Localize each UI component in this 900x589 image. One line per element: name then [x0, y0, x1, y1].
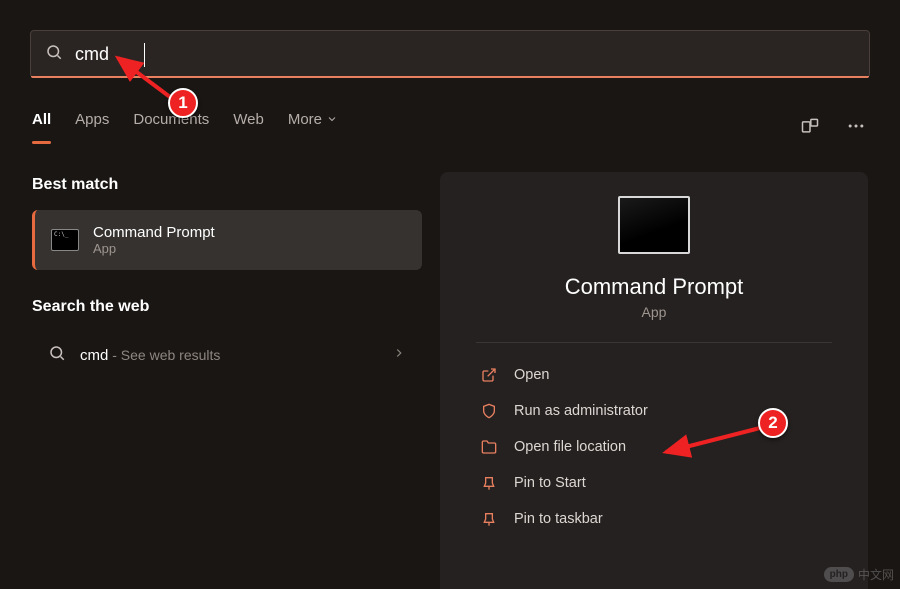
shield-icon	[480, 403, 498, 419]
search-icon	[45, 43, 63, 66]
divider	[476, 342, 832, 343]
folder-icon	[480, 439, 498, 455]
tab-web[interactable]: Web	[233, 111, 264, 142]
command-prompt-icon	[51, 229, 79, 251]
web-result-term: cmd	[80, 347, 108, 364]
watermark: php 中文网	[824, 566, 894, 583]
text-cursor	[144, 43, 145, 67]
action-pin-to-start[interactable]: Pin to Start	[476, 465, 832, 501]
web-result-text: cmd - See web results	[80, 347, 220, 365]
best-match-subtitle: App	[93, 241, 215, 256]
pin-icon	[480, 511, 498, 527]
annotation-badge-2: 2	[758, 408, 788, 438]
best-match-text: Command Prompt App	[93, 224, 215, 256]
search-web-heading: Search the web	[32, 298, 422, 316]
search-input[interactable]	[75, 44, 855, 65]
result-detail-pane: Command Prompt App Open Run as administr…	[440, 172, 868, 589]
chevron-down-icon	[326, 113, 338, 125]
action-open[interactable]: Open	[476, 357, 832, 393]
action-run-admin-label: Run as administrator	[514, 403, 648, 419]
filter-tabs-row: All Apps Documents Web More	[32, 106, 868, 146]
action-file-location-label: Open file location	[514, 439, 626, 455]
action-pin-to-taskbar[interactable]: Pin to taskbar	[476, 501, 832, 537]
tab-apps[interactable]: Apps	[75, 111, 109, 142]
action-pin-start-label: Pin to Start	[514, 475, 586, 491]
annotation-badge-1: 1	[168, 88, 198, 118]
tab-documents[interactable]: Documents	[133, 111, 209, 142]
action-open-label: Open	[514, 367, 549, 383]
command-prompt-large-icon	[618, 196, 690, 254]
best-match-result[interactable]: Command Prompt App	[32, 210, 422, 270]
web-search-result[interactable]: cmd - See web results	[32, 332, 422, 379]
tab-all[interactable]: All	[32, 111, 51, 142]
search-bar[interactable]	[30, 30, 870, 78]
action-pin-taskbar-label: Pin to taskbar	[514, 511, 603, 527]
detail-subtitle: App	[476, 304, 832, 320]
web-result-suffix: - See web results	[108, 347, 220, 363]
tab-more[interactable]: More	[288, 111, 338, 142]
watermark-brand: php	[824, 567, 854, 582]
best-match-heading: Best match	[32, 176, 422, 194]
pin-icon	[480, 475, 498, 491]
open-icon	[480, 367, 498, 383]
search-icon	[48, 344, 66, 367]
tabs-right-controls	[798, 114, 868, 138]
detail-title: Command Prompt	[476, 274, 832, 300]
more-options-icon[interactable]	[844, 114, 868, 138]
tab-more-label: More	[288, 111, 322, 128]
window-snap-icon[interactable]	[798, 114, 822, 138]
best-match-title: Command Prompt	[93, 224, 215, 241]
results-left-column: Best match Command Prompt App Search the…	[32, 176, 422, 379]
chevron-right-icon	[392, 346, 406, 365]
watermark-text: 中文网	[858, 566, 894, 583]
